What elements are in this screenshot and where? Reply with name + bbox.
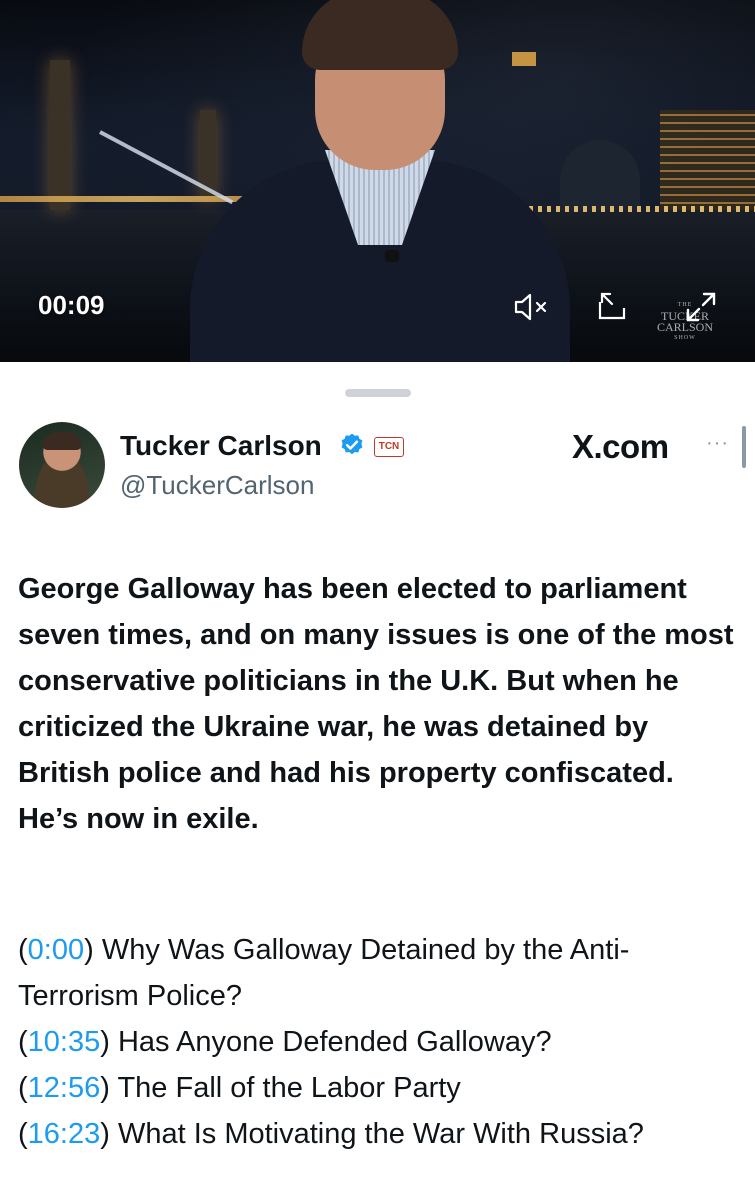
- scrollbar[interactable]: [742, 426, 746, 468]
- more-options-icon[interactable]: ···: [706, 432, 729, 455]
- chapter-item: (10:35) Has Anyone Defended Galloway?: [18, 1026, 552, 1058]
- author-handle[interactable]: @TuckerCarlson: [120, 470, 314, 501]
- chapter-title: The Fall of the Labor Party: [117, 1072, 461, 1104]
- chapter-title: What Is Motivating the War With Russia?: [117, 1118, 644, 1150]
- chapter-list: (0:00) Why Was Galloway Detained by the …: [18, 927, 738, 1157]
- mute-button[interactable]: [510, 290, 554, 324]
- verified-badge-icon: [341, 433, 363, 455]
- source-site-label: X.com: [572, 428, 669, 465]
- sheet-grabber[interactable]: [345, 389, 411, 397]
- avatar[interactable]: [19, 422, 105, 508]
- chapter-timestamp-link[interactable]: 0:00: [28, 934, 84, 966]
- avatar-hair: [43, 432, 81, 450]
- chapter-timestamp-link[interactable]: 16:23: [28, 1118, 101, 1150]
- city-building: [660, 110, 755, 210]
- city-building: [560, 140, 640, 210]
- pip-button[interactable]: [596, 290, 632, 324]
- watermark-line: SHOW: [674, 335, 696, 341]
- chapter-item: (0:00) Why Was Galloway Detained by the …: [18, 934, 630, 1012]
- affiliate-badge[interactable]: TCN: [374, 437, 404, 457]
- expand-icon: [686, 292, 716, 322]
- bridge-tower: [50, 60, 70, 210]
- picture-in-picture-icon: [598, 292, 626, 320]
- author-name[interactable]: Tucker Carlson: [120, 430, 322, 462]
- chapter-item: (16:23) What Is Motivating the War With …: [18, 1118, 644, 1150]
- post-text: George Galloway has been elected to parl…: [18, 573, 734, 835]
- video-timestamp: 00:09: [38, 290, 105, 320]
- volume-muted-icon: [514, 293, 547, 321]
- chapter-title: Has Anyone Defended Galloway?: [117, 1026, 552, 1058]
- lapel-mic: [385, 250, 399, 262]
- chapter-timestamp-link[interactable]: 10:35: [28, 1026, 101, 1058]
- fullscreen-button[interactable]: [684, 290, 718, 324]
- chapter-title: Why Was Galloway Detained by the Anti-Te…: [18, 934, 630, 1012]
- video-player[interactable]: 00:09 THE TUCKER CARLSON SHOW: [0, 0, 755, 362]
- subject-hair: [302, 0, 458, 70]
- chapter-item: (12:56) The Fall of the Labor Party: [18, 1072, 461, 1104]
- chapter-timestamp-link[interactable]: 12:56: [28, 1072, 101, 1104]
